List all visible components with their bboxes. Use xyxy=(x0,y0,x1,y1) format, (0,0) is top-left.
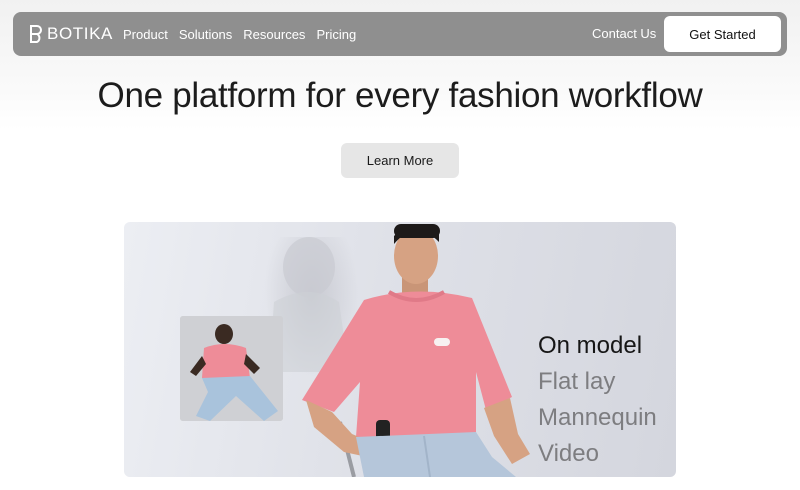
option-mannequin[interactable]: Mannequin xyxy=(538,400,657,436)
flat-lay-thumbnail[interactable] xyxy=(180,316,283,421)
nav-menu: Product Solutions Resources Pricing xyxy=(123,12,367,56)
get-started-button[interactable]: Get Started xyxy=(664,16,781,52)
learn-more-button[interactable]: Learn More xyxy=(341,143,459,178)
brand-name: BOTIKA xyxy=(47,24,113,43)
thumbnail-model-photo xyxy=(180,316,283,421)
brand-logo[interactable]: BOTIKA xyxy=(29,24,113,44)
contact-us-link[interactable]: Contact Us xyxy=(592,26,656,41)
output-type-list: On model Flat lay Mannequin Video xyxy=(538,328,657,472)
top-navigation-bar: BOTIKA Product Solutions Resources Prici… xyxy=(13,12,787,56)
botika-logo-icon xyxy=(30,25,42,43)
product-showcase: On model Flat lay Mannequin Video xyxy=(124,222,676,477)
option-on-model[interactable]: On model xyxy=(538,328,657,364)
hero-title: One platform for every fashion workflow xyxy=(97,76,703,115)
nav-item-resources[interactable]: Resources xyxy=(243,27,305,42)
nav-item-solutions[interactable]: Solutions xyxy=(179,27,232,42)
nav-item-product[interactable]: Product xyxy=(123,27,168,42)
option-video[interactable]: Video xyxy=(538,436,657,472)
option-flat-lay[interactable]: Flat lay xyxy=(538,364,657,400)
nav-item-pricing[interactable]: Pricing xyxy=(316,27,356,42)
